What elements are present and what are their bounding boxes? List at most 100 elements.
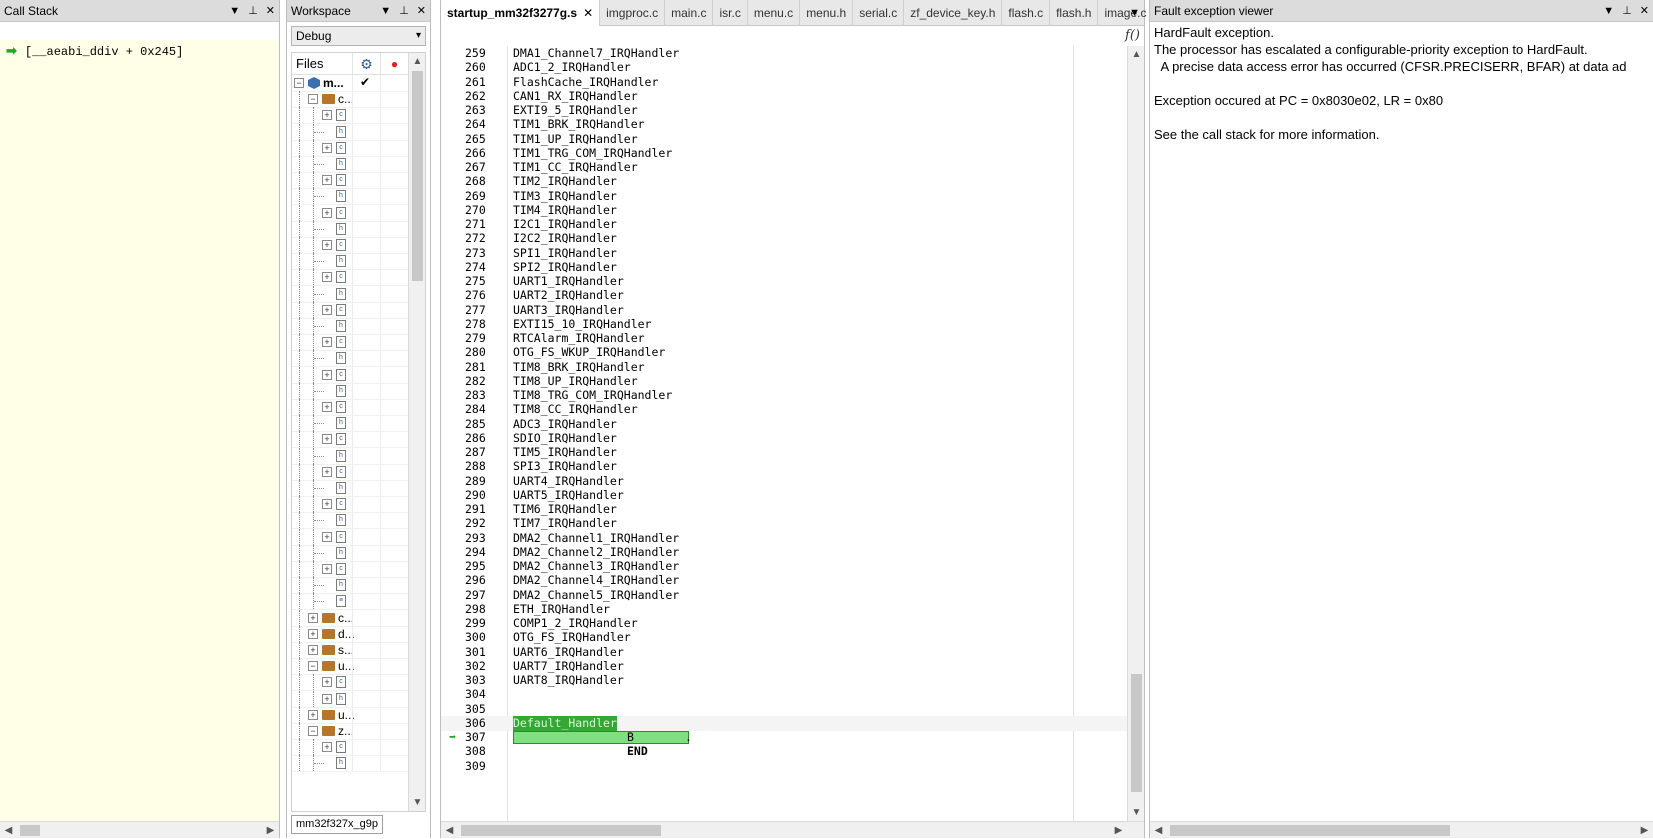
tree-row-file[interactable]: + c: [292, 739, 408, 757]
editor-tab[interactable]: image.c: [1098, 0, 1154, 26]
editor-tab[interactable]: startup_mm32f3277g.s ✕: [441, 0, 601, 26]
code-line[interactable]: 279 RTCAlarm_IRQHandler: [441, 331, 1127, 346]
code-line[interactable]: 308 END: [441, 744, 1127, 759]
tree-row-file[interactable]: h: [292, 285, 408, 303]
scroll-up-icon[interactable]: ▲: [1128, 46, 1145, 63]
tree-row-file[interactable]: h: [292, 544, 408, 562]
tree-row-file[interactable]: h: [292, 512, 408, 530]
code-line[interactable]: 286 SDIO_IRQHandler: [441, 431, 1127, 446]
editor-tab[interactable]: menu.c: [748, 0, 801, 26]
code-line[interactable]: 262 CAN1_RX_IRQHandler: [441, 89, 1127, 104]
expand-icon[interactable]: +: [322, 304, 332, 315]
collapse-icon[interactable]: −: [308, 661, 318, 672]
expand-icon[interactable]: +: [322, 402, 332, 412]
tree-row-file[interactable]: h: [292, 220, 408, 238]
tree-row-file[interactable]: + c: [292, 463, 408, 481]
code-line[interactable]: 288 SPI3_IRQHandler: [441, 459, 1127, 474]
code-line[interactable]: 270 TIM4_IRQHandler: [441, 203, 1127, 218]
code-line[interactable]: 273 SPI1_IRQHandler: [441, 246, 1127, 261]
tree-row-file[interactable]: h: [292, 253, 408, 271]
code-line[interactable]: 267 TIM1_CC_IRQHandler: [441, 160, 1127, 175]
code-line[interactable]: 268 TIM2_IRQHandler: [441, 174, 1127, 189]
tree-row-file[interactable]: h: [292, 156, 408, 173]
tree-row-folder[interactable]: − c...: [292, 91, 408, 109]
expand-icon[interactable]: +: [322, 369, 332, 380]
code-line[interactable]: 309: [441, 759, 1127, 774]
file-tree-rows[interactable]: − m... ✔ − c... + c h + c h + c h + c h + c h + c h + c h + c h + c…: [292, 75, 408, 811]
code-line[interactable]: 297 DMA2_Channel5_IRQHandler: [441, 588, 1127, 603]
tree-row-file[interactable]: + c: [292, 172, 408, 190]
editor-tab[interactable]: menu.h: [800, 0, 854, 26]
editor-vscroll[interactable]: ▲ ▼: [1127, 46, 1144, 821]
code-line[interactable]: 281 TIM8_BRK_IRQHandler: [441, 360, 1127, 375]
editor-tab[interactable]: flash.c: [1002, 0, 1051, 26]
tree-row-folder[interactable]: − z...: [292, 723, 408, 740]
expand-icon[interactable]: +: [322, 110, 332, 121]
collapse-icon[interactable]: −: [308, 726, 318, 736]
expand-icon[interactable]: +: [308, 628, 318, 639]
expand-icon[interactable]: +: [322, 564, 332, 574]
tree-row-folder[interactable]: + s...: [292, 642, 408, 659]
tree-row-file[interactable]: + c: [292, 269, 408, 287]
code-line[interactable]: 293 DMA2_Channel1_IRQHandler: [441, 531, 1127, 546]
code-line[interactable]: 302 UART7_IRQHandler: [441, 659, 1127, 674]
code-line[interactable]: 304: [441, 687, 1127, 702]
pin-icon[interactable]: ⊥: [248, 0, 258, 22]
expand-icon[interactable]: +: [322, 337, 332, 348]
expand-icon[interactable]: +: [308, 612, 318, 623]
scroll-left-icon[interactable]: ◀: [0, 822, 17, 839]
pane-menu-icon[interactable]: ▼: [1603, 0, 1614, 22]
code-line[interactable]: 295 DMA2_Channel3_IRQHandler: [441, 559, 1127, 574]
tree-row-file[interactable]: + c: [292, 334, 408, 352]
options-column-header[interactable]: ⚙: [352, 53, 380, 74]
code-line[interactable]: 265 TIM1_UP_IRQHandler: [441, 132, 1127, 147]
tree-row-file[interactable]: + c: [292, 107, 408, 125]
scroll-right-icon[interactable]: ▶: [262, 822, 279, 839]
code-line[interactable]: 290 UART5_IRQHandler: [441, 488, 1127, 503]
code-line[interactable]: 282 TIM8_UP_IRQHandler: [441, 374, 1127, 389]
expand-icon[interactable]: +: [322, 434, 332, 445]
close-icon[interactable]: ✕: [1640, 0, 1649, 22]
code-line[interactable]: 271 I2C1_IRQHandler: [441, 217, 1127, 232]
tree-row-folder[interactable]: + c...: [292, 609, 408, 627]
code-line[interactable]: 261 FlashCache_IRQHandler: [441, 75, 1127, 90]
code-line[interactable]: 263 EXTI9_5_IRQHandler: [441, 103, 1127, 118]
call-stack-list[interactable]: ➡ [__aeabi_ddiv + 0x245]: [0, 40, 279, 821]
code-line[interactable]: 299 COMP1_2_IRQHandler: [441, 616, 1127, 631]
code-line[interactable]: 276 UART2_IRQHandler: [441, 288, 1127, 303]
pane-menu-icon[interactable]: ▼: [229, 0, 240, 22]
scroll-up-icon[interactable]: ▲: [409, 53, 425, 70]
tree-row-file[interactable]: h: [292, 382, 408, 400]
breakpoint-column-header[interactable]: ●: [380, 53, 408, 74]
tree-row-file[interactable]: h: [292, 318, 408, 335]
expand-icon[interactable]: +: [308, 709, 318, 720]
expand-icon[interactable]: +: [322, 531, 332, 542]
code-line[interactable]: 305: [441, 702, 1127, 717]
pane-menu-icon[interactable]: ▼: [380, 0, 391, 22]
tree-row-file[interactable]: h: [292, 350, 408, 368]
code-line[interactable]: 300 OTG_FS_IRQHandler: [441, 630, 1127, 645]
scroll-thumb[interactable]: [20, 825, 40, 836]
expand-icon[interactable]: +: [322, 240, 332, 250]
scroll-down-icon[interactable]: ▼: [409, 794, 425, 811]
tree-row-file[interactable]: + c: [292, 399, 408, 416]
code-line[interactable]: 269 TIM3_IRQHandler: [441, 189, 1127, 204]
code-line[interactable]: 284 TIM8_CC_IRQHandler: [441, 402, 1127, 417]
tree-row-folder[interactable]: + u...: [292, 706, 408, 724]
scroll-thumb[interactable]: [1170, 825, 1450, 836]
tree-row-file[interactable]: h: [292, 755, 408, 773]
tree-row-file[interactable]: + c: [292, 496, 408, 514]
expand-icon[interactable]: +: [322, 272, 332, 283]
editor-hscroll[interactable]: ◀ ▶: [441, 821, 1144, 838]
file-tree-vscroll[interactable]: ▲ ▼: [408, 53, 425, 811]
file-tree[interactable]: Files ⚙ ● − m... ✔ − c... + c h + c h + c h + c h + c h +…: [291, 52, 426, 812]
tree-row-file[interactable]: h: [292, 480, 408, 497]
fault-viewer-title-bar[interactable]: Fault exception viewer ▼ ⊥ ✕: [1150, 0, 1653, 22]
code-line[interactable]: 266 TIM1_TRG_COM_IRQHandler: [441, 146, 1127, 161]
code-line[interactable]: 275 UART1_IRQHandler: [441, 274, 1127, 289]
code-line[interactable]: 303 UART8_IRQHandler: [441, 673, 1127, 688]
close-tab-icon[interactable]: ✕: [583, 6, 593, 20]
pin-icon[interactable]: ⊥: [399, 0, 409, 22]
code-line[interactable]: 259 DMA1_Channel7_IRQHandler: [441, 46, 1127, 61]
fault-viewer-hscroll[interactable]: ◀ ▶: [1150, 821, 1653, 838]
